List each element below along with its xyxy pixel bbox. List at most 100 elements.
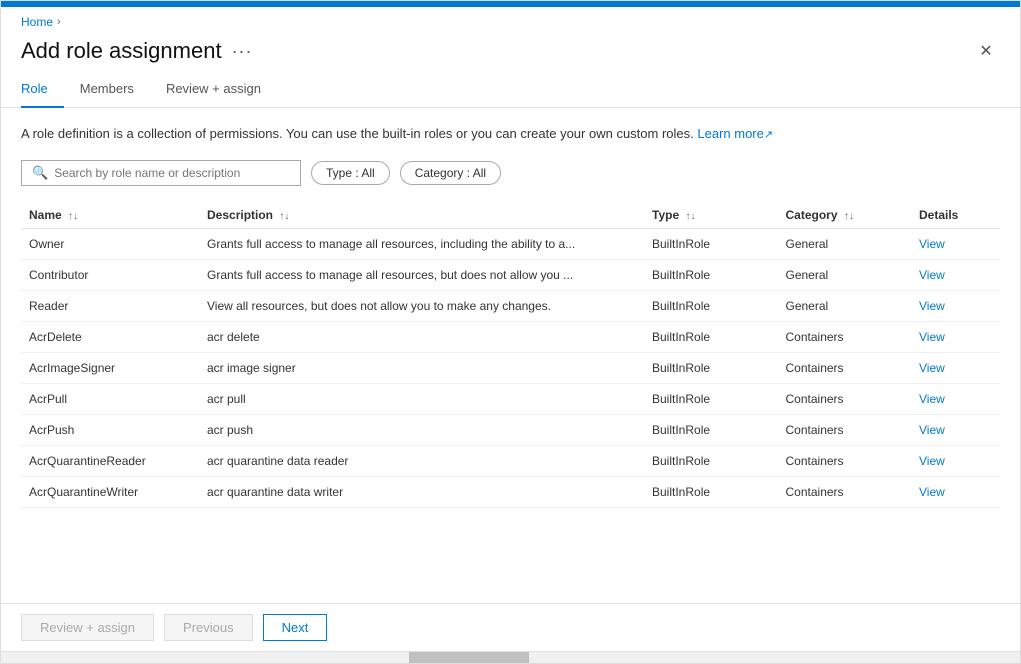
search-input[interactable] bbox=[54, 166, 290, 180]
page-title: Add role assignment ··· bbox=[21, 38, 253, 64]
tab-review-assign[interactable]: Review + assign bbox=[150, 73, 277, 108]
cell-details-view[interactable]: View bbox=[911, 414, 1000, 445]
col-header-category[interactable]: Category ↑↓ bbox=[778, 202, 912, 229]
table-row[interactable]: AcrImageSigneracr image signerBuiltInRol… bbox=[21, 352, 1000, 383]
table-row[interactable]: ContributorGrants full access to manage … bbox=[21, 259, 1000, 290]
cell-details-view[interactable]: View bbox=[911, 352, 1000, 383]
breadcrumb-home[interactable]: Home bbox=[21, 15, 53, 29]
table-row[interactable]: OwnerGrants full access to manage all re… bbox=[21, 228, 1000, 259]
bottom-scrollbar[interactable] bbox=[1, 651, 1020, 663]
window: Home › Add role assignment ··· ✕ Role Me… bbox=[0, 0, 1021, 664]
table-body: OwnerGrants full access to manage all re… bbox=[21, 228, 1000, 507]
cell-details-view[interactable]: View bbox=[911, 476, 1000, 507]
cell-category: General bbox=[778, 228, 912, 259]
cell-name: Reader bbox=[21, 290, 199, 321]
cell-type: BuiltInRole bbox=[644, 476, 778, 507]
table-row[interactable]: AcrQuarantineReaderacr quarantine data r… bbox=[21, 445, 1000, 476]
description-body: A role definition is a collection of per… bbox=[21, 126, 694, 141]
page-title-text: Add role assignment bbox=[21, 38, 222, 64]
cell-description: View all resources, but does not allow y… bbox=[199, 290, 644, 321]
cell-name: Contributor bbox=[21, 259, 199, 290]
cell-details-view[interactable]: View bbox=[911, 383, 1000, 414]
cell-category: Containers bbox=[778, 414, 912, 445]
tab-role-label: Role bbox=[21, 81, 48, 96]
view-link[interactable]: View bbox=[919, 330, 945, 344]
close-button[interactable]: ✕ bbox=[972, 37, 1000, 65]
tab-role[interactable]: Role bbox=[21, 73, 64, 108]
ellipsis-button[interactable]: ··· bbox=[232, 41, 253, 62]
cell-category: Containers bbox=[778, 321, 912, 352]
col-header-type[interactable]: Type ↑↓ bbox=[644, 202, 778, 229]
roles-table: Name ↑↓ Description ↑↓ Type ↑↓ Category … bbox=[21, 202, 1000, 508]
cell-description: acr delete bbox=[199, 321, 644, 352]
view-link[interactable]: View bbox=[919, 423, 945, 437]
content-area: A role definition is a collection of per… bbox=[1, 108, 1020, 603]
table-row[interactable]: AcrQuarantineWriteracr quarantine data w… bbox=[21, 476, 1000, 507]
table-row[interactable]: ReaderView all resources, but does not a… bbox=[21, 290, 1000, 321]
cell-category: General bbox=[778, 259, 912, 290]
breadcrumb-separator: › bbox=[57, 16, 61, 28]
cell-details-view[interactable]: View bbox=[911, 290, 1000, 321]
col-header-name[interactable]: Name ↑↓ bbox=[21, 202, 199, 229]
col-header-description[interactable]: Description ↑↓ bbox=[199, 202, 644, 229]
view-link[interactable]: View bbox=[919, 268, 945, 282]
view-link[interactable]: View bbox=[919, 299, 945, 313]
next-button[interactable]: Next bbox=[263, 614, 328, 641]
cell-details-view[interactable]: View bbox=[911, 259, 1000, 290]
cell-category: Containers bbox=[778, 445, 912, 476]
cell-name: AcrDelete bbox=[21, 321, 199, 352]
footer-bar: Review + assign Previous Next bbox=[1, 603, 1020, 651]
cell-category: Containers bbox=[778, 383, 912, 414]
cell-category: Containers bbox=[778, 352, 912, 383]
sort-cat-icon: ↑↓ bbox=[844, 211, 854, 222]
cell-description: acr pull bbox=[199, 383, 644, 414]
col-header-details: Details bbox=[911, 202, 1000, 229]
table-header: Name ↑↓ Description ↑↓ Type ↑↓ Category … bbox=[21, 202, 1000, 229]
review-assign-button[interactable]: Review + assign bbox=[21, 614, 154, 641]
search-box: 🔍 bbox=[21, 160, 301, 186]
cell-name: AcrImageSigner bbox=[21, 352, 199, 383]
cell-description: acr quarantine data writer bbox=[199, 476, 644, 507]
cell-type: BuiltInRole bbox=[644, 445, 778, 476]
cell-details-view[interactable]: View bbox=[911, 445, 1000, 476]
bottom-scrollbar-thumb bbox=[409, 652, 529, 663]
cell-name: AcrQuarantineReader bbox=[21, 445, 199, 476]
cell-name: AcrPush bbox=[21, 414, 199, 445]
cell-type: BuiltInRole bbox=[644, 321, 778, 352]
view-link[interactable]: View bbox=[919, 392, 945, 406]
header-row: Add role assignment ··· ✕ bbox=[1, 33, 1020, 73]
learn-more-link[interactable]: Learn more↗ bbox=[697, 126, 773, 141]
sort-desc-icon: ↑↓ bbox=[279, 211, 289, 222]
cell-name: AcrQuarantineWriter bbox=[21, 476, 199, 507]
table-row[interactable]: AcrDeleteacr deleteBuiltInRoleContainers… bbox=[21, 321, 1000, 352]
filters-row: 🔍 Type : All Category : All bbox=[21, 160, 1000, 186]
cell-type: BuiltInRole bbox=[644, 290, 778, 321]
cell-description: acr push bbox=[199, 414, 644, 445]
cell-description: acr quarantine data reader bbox=[199, 445, 644, 476]
sort-name-icon: ↑↓ bbox=[68, 211, 78, 222]
cell-type: BuiltInRole bbox=[644, 414, 778, 445]
tab-review-assign-label: Review + assign bbox=[166, 81, 261, 96]
cell-type: BuiltInRole bbox=[644, 383, 778, 414]
cell-type: BuiltInRole bbox=[644, 228, 778, 259]
view-link[interactable]: View bbox=[919, 361, 945, 375]
breadcrumb: Home › bbox=[1, 7, 1020, 33]
type-filter-button[interactable]: Type : All bbox=[311, 161, 390, 185]
cell-description: Grants full access to manage all resourc… bbox=[199, 228, 644, 259]
view-link[interactable]: View bbox=[919, 454, 945, 468]
category-filter-button[interactable]: Category : All bbox=[400, 161, 501, 185]
cell-details-view[interactable]: View bbox=[911, 228, 1000, 259]
cell-category: General bbox=[778, 290, 912, 321]
previous-button[interactable]: Previous bbox=[164, 614, 253, 641]
view-link[interactable]: View bbox=[919, 237, 945, 251]
table-row[interactable]: AcrPushacr pushBuiltInRoleContainers View bbox=[21, 414, 1000, 445]
table-row[interactable]: AcrPullacr pullBuiltInRoleContainersView bbox=[21, 383, 1000, 414]
cell-details-view[interactable]: View bbox=[911, 321, 1000, 352]
cell-type: BuiltInRole bbox=[644, 259, 778, 290]
cell-category: Containers bbox=[778, 476, 912, 507]
sort-type-icon: ↑↓ bbox=[685, 211, 695, 222]
search-icon: 🔍 bbox=[32, 165, 48, 181]
view-link[interactable]: View bbox=[919, 485, 945, 499]
tab-members[interactable]: Members bbox=[64, 73, 150, 108]
cell-name: Owner bbox=[21, 228, 199, 259]
